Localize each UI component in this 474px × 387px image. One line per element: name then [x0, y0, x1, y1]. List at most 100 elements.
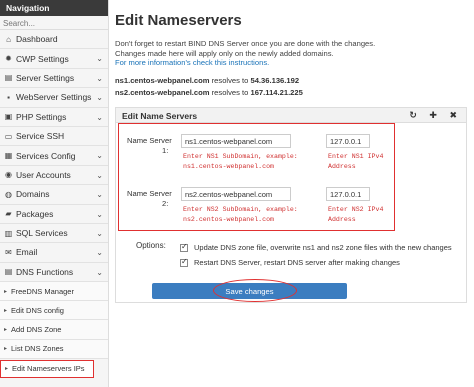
- chevron-down-icon: ⌄: [96, 190, 103, 200]
- option-update-zone[interactable]: Update DNS zone file, overwrite ns1 and …: [180, 242, 452, 252]
- chevron-down-icon: ⌄: [96, 170, 103, 180]
- update-zone-label: Update DNS zone file, overwrite ns1 and …: [194, 243, 452, 252]
- submenu-item-label: Edit Nameservers IPs: [12, 364, 85, 374]
- nav-header: Navigation: [0, 0, 108, 16]
- dns-submenu: ▸ FreeDNS Manager ▸ Edit DNS config ▸ Add DNS…: [0, 282, 108, 378]
- resolve-ns1-ip: 54.36.136.192: [250, 76, 300, 85]
- chevron-down-icon: ⌄: [96, 209, 103, 219]
- sidebar-item-email[interactable]: ✉ Email ⌄: [0, 243, 108, 263]
- envelope-icon: ✉: [5, 247, 12, 257]
- resolve-ns2-text: resolves to: [209, 88, 251, 97]
- database-icon: ▥: [4, 228, 13, 238]
- sidebar-item-label: Email: [16, 247, 38, 258]
- ns2-hint: Enter NS2 SubDomain, example: ns2.centos…: [183, 206, 298, 223]
- instructions-link[interactable]: For more information's check this instru…: [115, 58, 269, 67]
- ns2-ip-input[interactable]: 127.0.0.1: [326, 187, 370, 201]
- submenu-item-label: Add DNS Zone: [11, 325, 62, 335]
- restart-dns-label: Restart DNS Server, restart DNS server a…: [194, 258, 400, 267]
- options-label: Options:: [136, 241, 166, 250]
- sidebar-item-label: SQL Services: [16, 228, 68, 239]
- restart-dns-checkbox[interactable]: [180, 257, 188, 267]
- caret-right-icon: ▸: [4, 327, 8, 334]
- caret-right-icon: ▸: [4, 346, 8, 353]
- chevron-down-icon: ⌄: [96, 73, 103, 83]
- caret-right-icon: ▸: [4, 288, 8, 295]
- sidebar-item-dashboard[interactable]: ⌂ Dashboard: [0, 30, 108, 50]
- submenu-item-freedns-manager[interactable]: ▸ FreeDNS Manager: [0, 282, 108, 302]
- save-changes-button[interactable]: Save changes: [152, 283, 347, 299]
- submenu-item-add-dns-zone[interactable]: ▸ Add DNS Zone: [0, 320, 108, 340]
- chevron-down-icon: ⌄: [96, 267, 103, 277]
- sidebar-item-server-settings[interactable]: ▤ Server Settings ⌄: [0, 69, 108, 89]
- sidebar-item-php-settings[interactable]: ▣ PHP Settings ⌄: [0, 108, 108, 127]
- ns1-hint: Enter NS1 SubDomain, example: ns1.centos…: [183, 153, 298, 170]
- dns-icon: ▤: [4, 267, 13, 277]
- sidebar-item-sql-services[interactable]: ▥ SQL Services ⌄: [0, 224, 108, 244]
- description-line-2: Changes made here will apply only on the…: [115, 48, 334, 58]
- sidebar-item-label: Service SSH: [16, 131, 65, 142]
- sidebar-item-label: Packages: [16, 208, 54, 219]
- sidebar-item-packages[interactable]: ▰ Packages ⌄: [0, 205, 108, 224]
- resolve-ns1-text: resolves to: [209, 76, 251, 85]
- ns2-input[interactable]: ns2.centos-webpanel.com: [181, 187, 291, 201]
- globe-icon: ◍: [5, 189, 12, 199]
- submenu-item-edit-nameservers-ips[interactable]: ▸ Edit Nameservers IPs: [0, 359, 94, 378]
- resolve-ns2-ip: 167.114.21.225: [250, 88, 303, 97]
- sidebar-item-user-accounts[interactable]: ◉ User Accounts ⌄: [0, 166, 108, 186]
- home-icon: ⌂: [6, 34, 11, 44]
- sidebar-item-label: Server Settings: [16, 72, 75, 83]
- page-title: Edit Nameservers: [115, 12, 242, 29]
- nav-list: ⌂ Dashboard ✹ CWP Settings ⌄ ▤ Server Settings…: [0, 30, 108, 283]
- ns1-ip-hint: Enter NS1 IPv4 Address: [328, 153, 384, 170]
- submenu-item-label: List DNS Zones: [11, 344, 64, 354]
- ns1-ip-input[interactable]: 127.0.0.1: [326, 134, 370, 148]
- sidebar-item-cwp-settings[interactable]: ✹ CWP Settings ⌄: [0, 49, 108, 69]
- submenu-item-label: Edit DNS config: [11, 305, 64, 315]
- option-restart-dns[interactable]: Restart DNS Server, restart DNS server a…: [180, 257, 400, 267]
- sidebar-item-label: DNS Functions: [16, 266, 74, 277]
- panel-title: Edit Name Servers: [122, 111, 198, 121]
- resolve-ns1: ns1.centos-webpanel.com resolves to 54.3…: [115, 76, 299, 85]
- sidebar-item-label: Domains: [16, 189, 50, 200]
- search-input[interactable]: [3, 18, 105, 29]
- sidebar-search: [0, 16, 108, 30]
- server-icon: ▤: [4, 73, 13, 83]
- terminal-icon: ▭: [4, 131, 13, 141]
- panel-tools-icons[interactable]: ↻ ✚ ✖: [409, 110, 462, 121]
- update-zone-checkbox[interactable]: [180, 242, 188, 252]
- sidebar-item-label: User Accounts: [16, 169, 71, 180]
- submenu-item-label: FreeDNS Manager: [11, 286, 74, 296]
- sidebar-item-domains[interactable]: ◍ Domains ⌄: [0, 185, 108, 205]
- sidebar-item-label: PHP Settings: [16, 111, 67, 122]
- chevron-down-icon: ⌄: [96, 248, 103, 258]
- chevron-down-icon: ⌄: [96, 93, 103, 103]
- sidebar-item-label: CWP Settings: [16, 53, 69, 64]
- chevron-down-icon: ⌄: [96, 228, 103, 238]
- chevron-down-icon: ⌄: [96, 54, 103, 64]
- chevron-down-icon: ⌄: [96, 151, 103, 161]
- sidebar-item-service-ssh[interactable]: ▭ Service SSH: [0, 127, 108, 147]
- package-icon: ▰: [5, 209, 12, 219]
- submenu-item-edit-dns-config[interactable]: ▸ Edit DNS config: [0, 301, 108, 321]
- page-description: Don't forget to restart BIND DNS Server …: [115, 39, 465, 68]
- sidebar-item-services-config[interactable]: ▦ Services Config ⌄: [0, 146, 108, 166]
- sidebar-item-webserver-settings[interactable]: ▪ WebServer Settings ⌄: [0, 88, 108, 108]
- resolve-ns2-name: ns2.centos-webpanel.com: [115, 88, 210, 97]
- user-icon: ◉: [5, 170, 12, 180]
- chevron-down-icon: ⌄: [96, 112, 103, 122]
- sidebar-item-label: WebServer Settings: [16, 92, 92, 103]
- sidebar-item-label: Services Config: [16, 150, 76, 161]
- sidebar-item-label: Dashboard: [16, 34, 58, 45]
- sidebar-item-dns-functions[interactable]: ▤ DNS Functions ⌄: [0, 263, 108, 283]
- config-icon: ▦: [4, 151, 13, 161]
- resolve-ns2: ns2.centos-webpanel.com resolves to 167.…: [115, 88, 303, 97]
- webserver-icon: ▪: [7, 92, 10, 102]
- ns1-input[interactable]: ns1.centos-webpanel.com: [181, 134, 291, 148]
- panel-header: Edit Name Servers ↻ ✚ ✖: [116, 108, 466, 123]
- php-icon: ▣: [4, 112, 13, 122]
- submenu-item-list-dns-zones[interactable]: ▸ List DNS Zones: [0, 339, 108, 359]
- nameserver-form-highlight: Name Server 1: ns1.centos-webpanel.com E…: [118, 123, 395, 231]
- resolve-ns1-name: ns1.centos-webpanel.com: [115, 76, 210, 85]
- gear-icon: ✹: [5, 54, 12, 64]
- ns1-label: Name Server 1:: [127, 136, 172, 155]
